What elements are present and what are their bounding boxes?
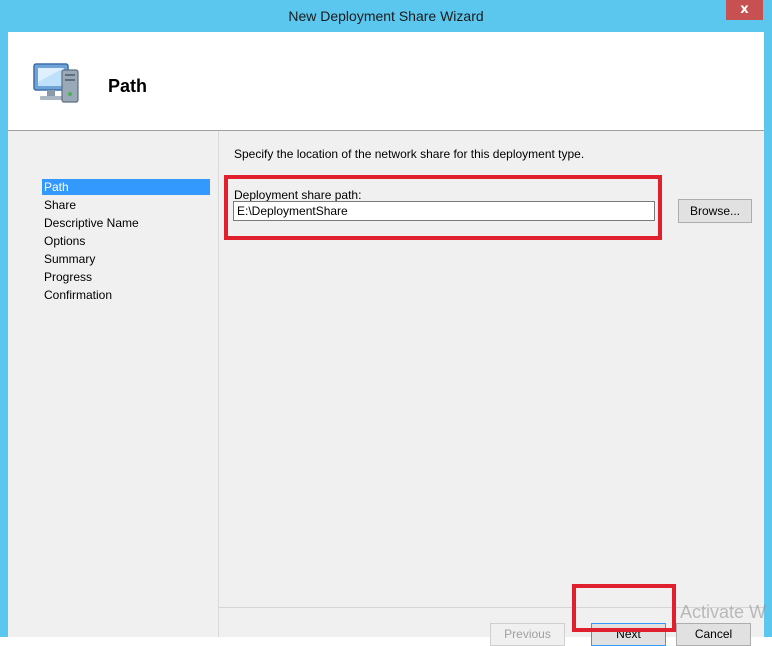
close-icon: x	[740, 2, 749, 17]
wizard-header: Path	[8, 32, 764, 130]
path-label: Deployment share path:	[234, 188, 362, 202]
wizard-steps-nav: Path Share Descriptive Name Options Summ…	[8, 131, 219, 637]
window-title: New Deployment Share Wizard	[288, 8, 484, 24]
wizard-client-area: Path Path Share Descriptive Name Options…	[8, 32, 764, 646]
previous-button[interactable]: Previous	[490, 623, 565, 646]
wizard-content: Specify the location of the network shar…	[219, 131, 764, 646]
nav-step-descriptive-name[interactable]: Descriptive Name	[42, 215, 210, 231]
deployment-share-path-input[interactable]	[233, 201, 655, 221]
instruction-text: Specify the location of the network shar…	[234, 147, 585, 161]
nav-step-path[interactable]: Path	[42, 179, 210, 195]
nav-step-confirmation[interactable]: Confirmation	[42, 287, 210, 303]
nav-step-share[interactable]: Share	[42, 197, 210, 213]
close-button[interactable]: x	[726, 0, 763, 20]
wizard-window: New Deployment Share Wizard x Path Path …	[0, 0, 772, 646]
nav-step-options[interactable]: Options	[42, 233, 210, 249]
title-bar[interactable]: New Deployment Share Wizard x	[0, 0, 772, 32]
activation-watermark: Activate Win	[680, 602, 766, 622]
nav-step-progress[interactable]: Progress	[42, 269, 210, 285]
nav-step-summary[interactable]: Summary	[42, 251, 210, 267]
browse-button[interactable]: Browse...	[678, 199, 752, 223]
cancel-button[interactable]: Cancel	[676, 623, 751, 646]
next-button[interactable]: Next	[591, 623, 666, 646]
page-title: Path	[108, 76, 148, 96]
computer-icon	[33, 63, 79, 103]
